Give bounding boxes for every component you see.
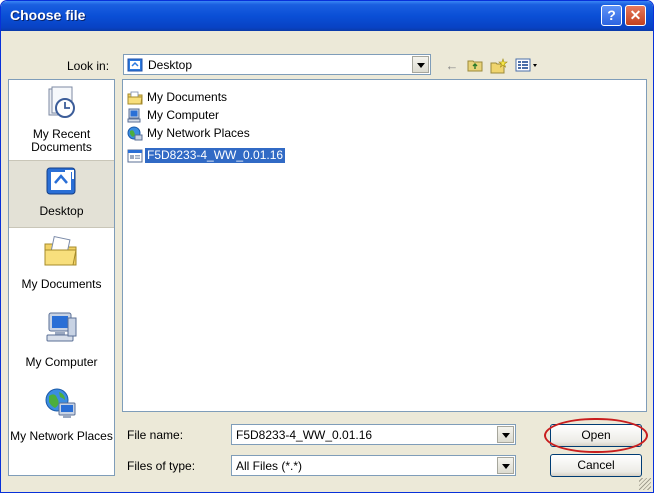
- up-folder-icon[interactable]: [466, 58, 484, 74]
- place-label: My Recent Documents: [31, 127, 92, 154]
- network-icon: [127, 126, 143, 141]
- choose-file-dialog: Choose file ? ✕ Look in: Desktop ← My Re…: [0, 0, 654, 493]
- help-icon: ?: [607, 7, 616, 23]
- resize-grip[interactable]: [639, 478, 651, 490]
- file-type-label: Files of type:: [127, 459, 196, 473]
- help-button[interactable]: ?: [601, 5, 622, 26]
- file-name-value: F5D8233-4_WW_0.01.16: [236, 428, 373, 442]
- file-type-value: All Files (*.*): [236, 459, 303, 473]
- view-menu-icon[interactable]: [515, 58, 541, 74]
- places-bar: My Recent Documents Desktop My Documents: [8, 79, 115, 476]
- file-name: My Computer: [147, 108, 220, 122]
- open-button-highlight-ring: [544, 418, 648, 453]
- desktop-icon: [46, 167, 76, 195]
- place-label: Desktop: [39, 204, 84, 218]
- place-label: My Network Places: [10, 429, 113, 443]
- look-in-value: Desktop: [148, 58, 193, 72]
- my-computer-icon: [46, 312, 77, 342]
- network-places-icon: [45, 388, 76, 418]
- new-folder-icon[interactable]: [490, 58, 508, 74]
- folder-icon: [127, 91, 143, 105]
- file-list[interactable]: My Documents My Computer My Network Plac…: [122, 79, 647, 412]
- close-button[interactable]: ✕: [625, 5, 646, 26]
- close-icon: ✕: [629, 7, 642, 23]
- file-name-dropdown-arrow[interactable]: [497, 426, 514, 443]
- look-in-label: Look in:: [67, 59, 110, 73]
- computer-icon: [127, 108, 141, 123]
- my-documents-icon: [44, 235, 77, 266]
- place-my-recent-documents[interactable]: My Recent Documents: [9, 84, 114, 158]
- file-name-input[interactable]: F5D8233-4_WW_0.01.16: [231, 424, 516, 445]
- file-name-label: File name:: [127, 428, 184, 442]
- file-name: F5D8233-4_WW_0.01.16: [145, 148, 286, 163]
- place-label: My Computer: [25, 355, 98, 369]
- place-my-computer[interactable]: My Computer: [9, 306, 114, 372]
- look-in-dropdown-arrow[interactable]: [412, 56, 429, 73]
- file-type-dropdown-arrow[interactable]: [497, 457, 514, 474]
- place-my-documents[interactable]: My Documents: [9, 230, 114, 296]
- place-label: My Documents: [21, 277, 102, 291]
- place-desktop[interactable]: Desktop: [9, 160, 114, 228]
- window-title: Choose file: [10, 7, 86, 23]
- desktop-small-icon: [127, 58, 143, 72]
- file-name: My Documents: [147, 90, 228, 104]
- recent-documents-icon: [48, 86, 75, 118]
- place-my-network-places[interactable]: My Network Places: [9, 382, 114, 462]
- look-in-dropdown[interactable]: Desktop: [123, 54, 431, 75]
- cancel-button[interactable]: Cancel: [550, 454, 642, 477]
- back-icon[interactable]: ←: [443, 58, 461, 74]
- file-name: My Network Places: [147, 126, 250, 140]
- file-icon: [127, 149, 143, 163]
- file-type-dropdown[interactable]: All Files (*.*): [231, 455, 516, 476]
- title-bar[interactable]: Choose file ? ✕: [1, 1, 653, 31]
